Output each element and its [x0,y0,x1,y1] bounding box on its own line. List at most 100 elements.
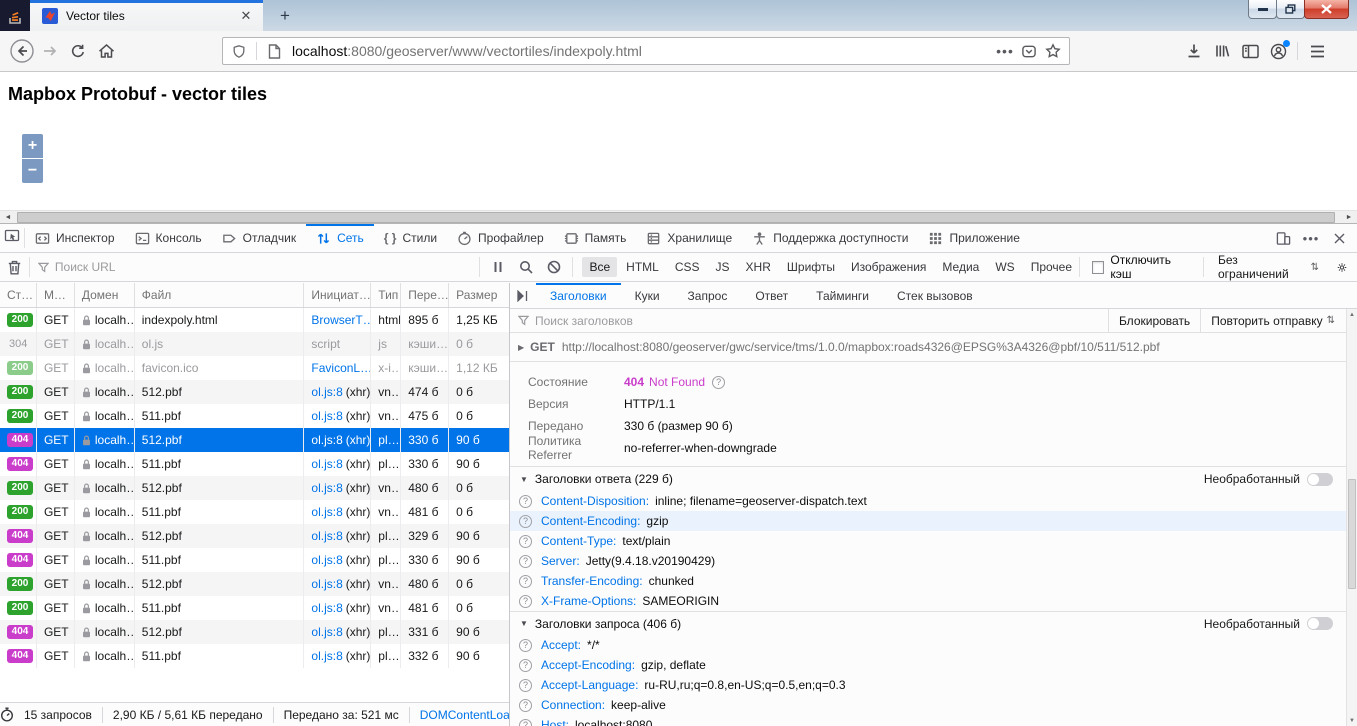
scroll-down-icon[interactable]: ▼ [1347,715,1357,726]
column-header[interactable]: Файл [135,283,305,307]
network-request-row[interactable]: 404 GET localh… 511.pbf ol.js:8 (xhr) pl… 332 б… [0,644,509,668]
header-row[interactable]: ? Accept-Encoding: gzip, deflate [510,655,1357,675]
header-help-icon[interactable]: ? [519,574,532,588]
scrollbar-thumb[interactable] [1348,479,1356,589]
download-icon[interactable] [1180,37,1208,65]
restore-button[interactable] [1276,0,1305,19]
response-headers-section[interactable]: ▼ Заголовки ответа (229 б) Необработанны… [510,467,1357,491]
page-actions-icon[interactable]: ••• [993,43,1017,59]
help-icon[interactable]: ? [712,375,726,389]
header-help-icon[interactable]: ? [519,594,532,608]
details-tab[interactable]: Ответ [741,283,802,308]
search-icon[interactable] [514,255,538,279]
filter-изображения[interactable]: Изображения [844,257,933,277]
filter-css[interactable]: CSS [668,257,707,277]
devtools-tab-accessibility[interactable]: Поддержка доступности [742,224,918,252]
zoom-in-button[interactable]: + [22,134,43,158]
header-help-icon[interactable]: ? [519,678,532,692]
network-request-row[interactable]: 200 GET localh… 512.pbf ol.js:8 (xhr) vn… 480 б… [0,476,509,500]
column-header[interactable]: Пере… [401,283,450,307]
header-row[interactable]: ? Server: Jetty(9.4.18.v20190429) [510,551,1357,571]
new-tab-button[interactable]: + [272,4,298,28]
headers-filter[interactable]: Блокировать Повторить отправку⇅ [510,309,1357,333]
network-request-row[interactable]: 200 GET localh… 511.pbf ol.js:8 (xhr) vn… 481 б… [0,596,509,620]
column-header[interactable]: Домен [75,283,135,307]
reload-icon[interactable] [64,37,92,65]
header-help-icon[interactable]: ? [519,698,532,712]
account-icon[interactable] [1264,37,1292,65]
header-help-icon[interactable]: ? [519,718,532,726]
url-filter-input[interactable] [54,260,455,274]
network-request-row[interactable]: 200 GET localh… 511.pbf ol.js:8 (xhr) vn… 475 б… [0,404,509,428]
page-icon[interactable] [262,43,286,59]
url-bar[interactable]: localhost:8080/geoserver/www/vectortiles… [222,37,1070,65]
library-icon[interactable] [1208,37,1236,65]
browser-tab[interactable]: Vector tiles ✕ [30,0,263,31]
filter-прочее[interactable]: Прочее [1024,257,1079,277]
devtools-tab-storage[interactable]: Хранилище [636,224,742,252]
clear-requests-trash-icon[interactable] [0,260,29,275]
network-request-row[interactable]: 404 GET localh… 512.pbf ol.js:8 (xhr) pl… 330 б… [0,428,509,452]
expand-request-icon[interactable]: ▶ [518,343,524,352]
header-row[interactable]: ? Content-Disposition: inline; filename=ge… [510,491,1357,511]
devtools-tab-console[interactable]: Консоль [125,224,212,252]
column-header[interactable]: Ст… [0,283,37,307]
column-header[interactable]: М… [37,283,75,307]
settings-gear-icon[interactable] [1333,255,1357,279]
devtools-tab-memory[interactable]: Память [554,224,637,252]
header-row[interactable]: ? Content-Encoding: gzip [510,511,1357,531]
responsive-mode-icon[interactable] [1271,226,1295,250]
devtools-tab-profiler[interactable]: Профайлер [447,224,554,252]
back-icon[interactable] [8,37,36,65]
headers-filter-input[interactable] [535,313,835,328]
details-tab[interactable]: Куки [621,283,674,308]
pocket-icon[interactable] [1017,44,1041,59]
disable-cache-checkbox[interactable] [1091,260,1105,274]
request-url-row[interactable]: ▶ GET http://localhost:8080/geoserver/gw… [510,333,1357,362]
devtools-tab-style-editor[interactable]: { } Стили [374,224,447,252]
node-picker-icon[interactable] [0,224,24,248]
details-scrollbar[interactable]: ▲ ▼ [1346,309,1357,726]
block-icon[interactable] [542,255,566,279]
zoom-out-button[interactable]: − [22,159,43,183]
scroll-up-icon[interactable]: ▲ [1347,309,1357,320]
network-request-row[interactable]: 404 GET localh… 512.pbf ol.js:8 (xhr) pl… 329 б… [0,524,509,548]
request-headers-section[interactable]: ▼ Заголовки запроса (406 б) Необработанн… [510,611,1357,635]
header-row[interactable]: ? Transfer-Encoding: chunked [510,571,1357,591]
scrollbar-thumb[interactable] [17,212,1335,223]
home-icon[interactable] [92,37,120,65]
pause-icon[interactable] [486,255,510,279]
header-row[interactable]: ? X-Frame-Options: SAMEORIGIN [510,591,1357,611]
sidebar-icon[interactable] [1236,37,1264,65]
throttling-dropdown[interactable]: Без ограничений ⇅ [1204,253,1333,281]
devtools-tab-network[interactable]: Сеть [306,224,374,252]
network-request-row[interactable]: 200 GET localh… 512.pbf ol.js:8 (xhr) vn… 474 б… [0,380,509,404]
menu-icon[interactable] [1303,37,1331,65]
tab-close-icon[interactable]: ✕ [237,8,255,24]
raw-headers-toggle[interactable] [1307,617,1333,630]
devtools-tab-application[interactable]: Приложение [918,224,1029,252]
header-row[interactable]: ? Connection: keep-alive [510,695,1357,715]
bookmark-star-icon[interactable] [1041,43,1065,59]
network-request-row[interactable]: 404 GET localh… 512.pbf ol.js:8 (xhr) pl… 331 б… [0,620,509,644]
disable-cache-option[interactable]: Отключить кэш [1080,253,1203,281]
header-help-icon[interactable]: ? [519,554,532,568]
header-row[interactable]: ? Host: localhost:8080 [510,715,1357,726]
network-request-row[interactable]: 200 GET localh… indexpoly.html BrowserT… html… [0,308,509,332]
filter-шрифты[interactable]: Шрифты [780,257,842,277]
details-tab[interactable]: Стек вызовов [883,283,987,308]
resend-request-button[interactable]: Повторить отправку ⇅ [1200,309,1345,332]
network-request-row[interactable]: 200 GET localh… 512.pbf ol.js:8 (xhr) vn… 480 б… [0,572,509,596]
devtools-tab-debugger[interactable]: Отладчик [212,224,306,252]
network-request-row[interactable]: 404 GET localh… 511.pbf ol.js:8 (xhr) pl… 330 б… [0,452,509,476]
filter-все[interactable]: Все [582,257,618,277]
network-request-row[interactable]: 404 GET localh… 511.pbf ol.js:8 (xhr) pl… 330 б… [0,548,509,572]
url-text[interactable]: localhost:8080/geoserver/www/vectortiles… [292,43,993,59]
raw-headers-toggle[interactable] [1307,472,1333,486]
header-row[interactable]: ? Accept-Language: ru-RU,ru;q=0.8,en-US;q=… [510,675,1357,695]
header-help-icon[interactable]: ? [519,514,532,528]
filter-js[interactable]: JS [709,257,737,277]
header-help-icon[interactable]: ? [519,638,532,652]
filter-медиа[interactable]: Медиа [935,257,986,277]
url-filter[interactable] [30,260,479,274]
